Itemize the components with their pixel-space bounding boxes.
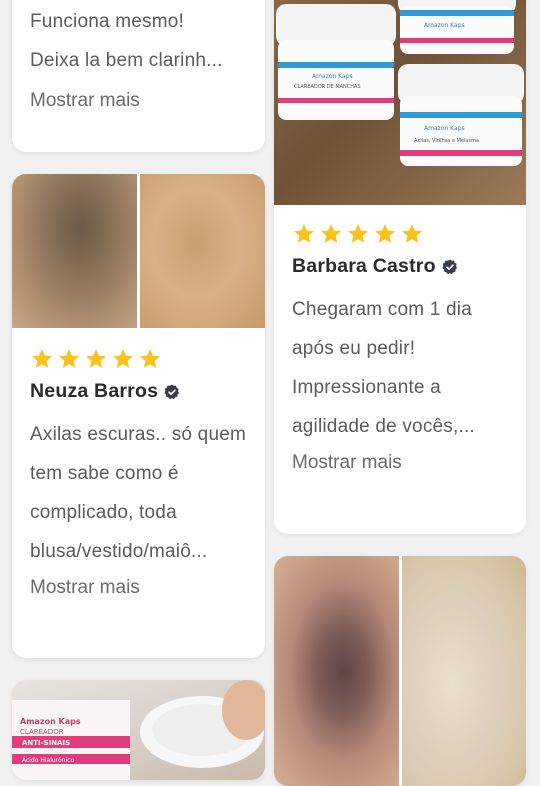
verified-badge-icon	[442, 259, 457, 274]
star-icon	[321, 224, 341, 243]
show-more-link[interactable]: Mostrar mais	[292, 452, 402, 474]
svg-text:Axilas, Virilhas e Melasma: Axilas, Virilhas e Melasma	[414, 138, 479, 144]
star-icon	[402, 224, 422, 243]
svg-text:CLAREADOR DE MANCHAS: CLAREADOR DE MANCHAS	[294, 84, 361, 90]
show-more-link[interactable]: Mostrar mais	[30, 577, 140, 599]
star-icon	[375, 224, 395, 243]
before-after-photo[interactable]	[12, 174, 265, 328]
review-text: Funciona mesmo! Deixa la bem clarinh...	[30, 11, 223, 71]
review-card-photo-2	[274, 556, 526, 786]
review-card-product-box: Amazon Kaps CLAREADOR ANTI-SINAIS Ácido …	[12, 680, 265, 780]
review-card-1: Funciona mesmo! Deixa la bem clarinh... …	[12, 0, 265, 152]
after-image	[402, 556, 526, 786]
svg-text:Amazon Kaps: Amazon Kaps	[424, 125, 465, 132]
before-image	[12, 174, 137, 328]
show-more-link[interactable]: Mostrar mais	[30, 90, 140, 112]
star-icon	[86, 349, 106, 368]
star-icon	[348, 224, 368, 243]
product-jars-image: Amazon Kaps CLAREADOR DE MANCHAS Amazon …	[276, 0, 524, 166]
review-card-barbara: Amazon Kaps CLAREADOR DE MANCHAS Amazon …	[274, 0, 526, 534]
review-text: Axilas escuras.. só quem tem sabe como é…	[30, 424, 246, 562]
product-photo[interactable]: Amazon Kaps CLAREADOR DE MANCHAS Amazon …	[274, 0, 526, 205]
reviewer-name: Neuza Barros	[30, 380, 159, 402]
verified-badge-icon	[164, 384, 180, 399]
star-rating	[292, 221, 508, 247]
svg-text:Amazon Kaps: Amazon Kaps	[424, 22, 465, 29]
star-rating	[30, 346, 247, 372]
product-box-photo[interactable]: Amazon Kaps CLAREADOR ANTI-SINAIS Ácido …	[12, 680, 265, 780]
svg-text:Amazon Kaps: Amazon Kaps	[20, 717, 81, 726]
before-after-photo[interactable]	[274, 556, 526, 786]
star-icon	[59, 349, 79, 368]
after-image	[140, 174, 265, 328]
star-icon	[113, 349, 133, 368]
svg-text:Amazon Kaps: Amazon Kaps	[312, 73, 353, 80]
svg-text:Ácido Hialurônico: Ácido Hialurônico	[22, 757, 74, 764]
star-icon	[140, 349, 160, 368]
reviewer-name: Barbara Castro	[292, 255, 436, 277]
review-text: Chegaram com 1 dia após eu pedir! Impres…	[292, 299, 475, 437]
product-box-image: Amazon Kaps CLAREADOR ANTI-SINAIS Ácido …	[12, 680, 265, 780]
star-icon	[32, 349, 52, 368]
star-icon	[294, 224, 314, 243]
svg-text:CLAREADOR: CLAREADOR	[20, 728, 64, 736]
svg-text:ANTI-SINAIS: ANTI-SINAIS	[22, 739, 70, 747]
before-image	[274, 556, 399, 786]
review-card-neuza: Neuza Barros Axilas escuras.. só quem te…	[12, 174, 265, 658]
